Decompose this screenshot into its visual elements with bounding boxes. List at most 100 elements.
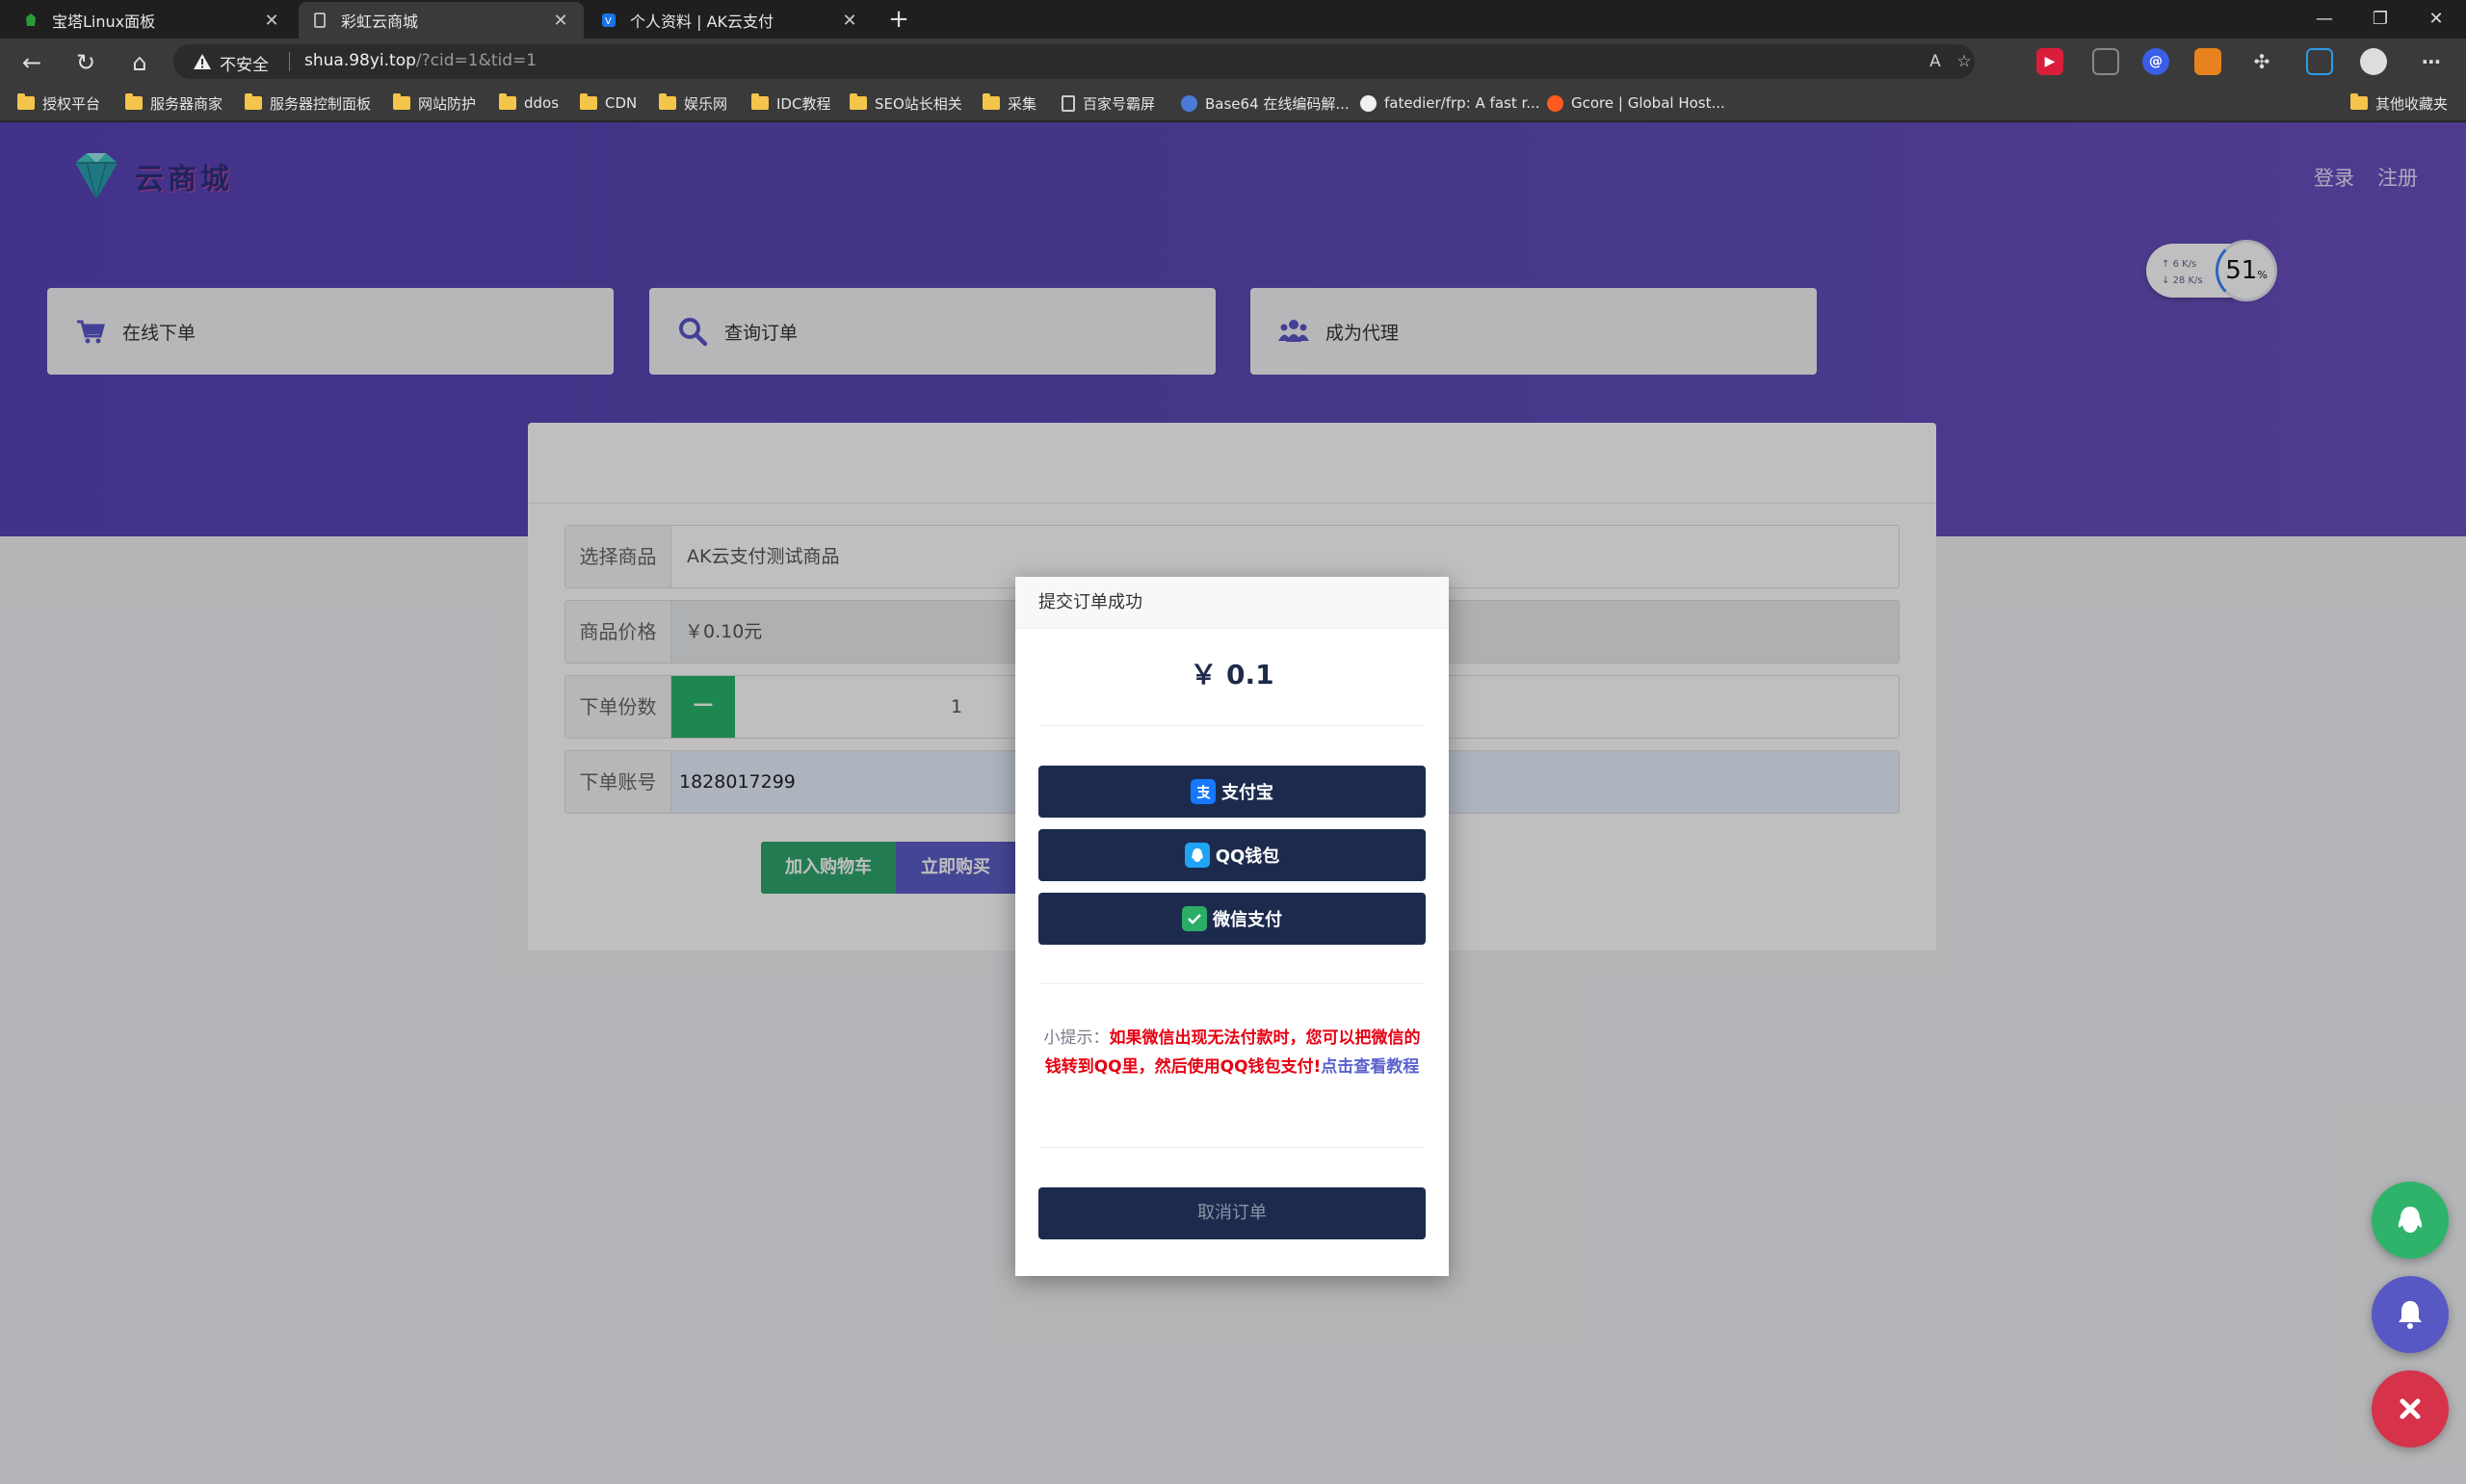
bookmark-label: SEO站长相关 <box>875 94 962 113</box>
qq-contact-button[interactable] <box>2372 1182 2449 1259</box>
bookmark-item[interactable]: CDN <box>580 92 637 114</box>
extension-translate-icon[interactable] <box>2092 48 2119 75</box>
base64-icon <box>1181 94 1197 112</box>
folder-icon <box>2350 93 2368 110</box>
warning-icon <box>194 54 211 69</box>
folder-icon <box>393 93 410 110</box>
bookmark-label: 娱乐网 <box>684 94 728 113</box>
folder-icon <box>17 93 35 110</box>
restore-button[interactable]: ❐ <box>2352 0 2408 39</box>
bookmark-item[interactable]: 百家号霸屏 <box>1062 92 1155 114</box>
folder-icon <box>659 93 676 110</box>
divider <box>1038 725 1426 726</box>
read-aloud-icon[interactable]: A <box>1923 49 1948 74</box>
profile-avatar[interactable] <box>2360 48 2387 75</box>
close-icon[interactable]: ✕ <box>262 11 281 31</box>
security-label: 不安全 <box>220 56 269 75</box>
pay-label: 支付宝 <box>1221 783 1273 803</box>
folder-icon <box>125 93 143 110</box>
svg-text:V: V <box>605 16 612 27</box>
folder-icon <box>580 93 597 110</box>
bookmark-item[interactable]: 采集 <box>983 92 1036 114</box>
address-toolbar: ← ↻ ⌂ 不安全 shua.98yi.top/?cid=1&tid=1 A ☆… <box>0 39 2466 85</box>
bookmark-label: ddos <box>524 94 560 112</box>
reload-icon[interactable]: ↻ <box>69 46 102 79</box>
bookmark-item[interactable]: 服务器商家 <box>125 92 223 114</box>
bookmark-item[interactable]: 授权平台 <box>17 92 100 114</box>
tab-title: 宝塔Linux面板 <box>52 13 156 31</box>
bookmark-label: Base64 在线编码解... <box>1205 94 1350 113</box>
notification-button[interactable] <box>2372 1276 2449 1353</box>
tab-caihong-store[interactable]: 彩虹云商城 ✕ <box>299 2 584 39</box>
bookmark-item[interactable]: Gcore | Global Host... <box>1547 92 1725 114</box>
folder-icon <box>850 93 867 110</box>
bookmark-item[interactable]: 服务器控制面板 <box>245 92 371 114</box>
divider <box>1038 1147 1426 1148</box>
qq-wallet-button[interactable]: QQ钱包 <box>1038 829 1426 881</box>
alipay-button[interactable]: 支付宝 <box>1038 766 1426 818</box>
tip-prefix: 小提示： <box>1043 1028 1110 1048</box>
metamask-fox-icon[interactable] <box>2194 48 2221 75</box>
url-text[interactable]: shua.98yi.top/?cid=1&tid=1 <box>304 51 537 70</box>
more-menu-icon[interactable]: ⋯ <box>2418 48 2445 75</box>
extensions-puzzle-icon[interactable]: ✣ <box>2248 48 2275 75</box>
bookmark-item[interactable]: Base64 在线编码解... <box>1181 92 1350 114</box>
bookmark-item[interactable]: fatedier/frp: A fast r... <box>1360 92 1540 114</box>
cancel-order-button[interactable]: 取消订单 <box>1038 1187 1426 1239</box>
wechat-pay-button[interactable]: 微信支付 <box>1038 893 1426 945</box>
bookmark-label: fatedier/frp: A fast r... <box>1384 94 1540 112</box>
tutorial-link[interactable]: 点击查看教程 <box>1321 1057 1419 1077</box>
folder-icon <box>751 93 769 110</box>
github-icon <box>1360 94 1377 112</box>
close-float-button[interactable] <box>2372 1370 2449 1447</box>
url-path: /?cid=1&tid=1 <box>415 51 538 70</box>
bookmark-label: IDC教程 <box>776 94 831 113</box>
bookmark-item[interactable]: SEO站长相关 <box>850 92 962 114</box>
page-favicon-icon <box>314 13 326 28</box>
extension-blue-icon[interactable]: @ <box>2142 48 2169 75</box>
tab-ak-pay[interactable]: V 个人资料 | AK云支付 ✕ <box>588 2 873 39</box>
divider <box>289 52 290 71</box>
gcore-icon <box>1547 94 1563 112</box>
bookmark-item[interactable]: IDC教程 <box>751 92 830 114</box>
bookmark-label: 服务器控制面板 <box>270 94 372 113</box>
web-page: 云商城 登录 注册 在线下单 查询订单 成为代理 ↑ 6 K/s ↓ 28 K/… <box>0 122 2466 1484</box>
close-icon[interactable]: ✕ <box>551 11 570 31</box>
collections-icon[interactable] <box>2306 48 2333 75</box>
bookmark-label: 网站防护 <box>418 94 477 113</box>
qq-wallet-icon <box>1184 843 1210 868</box>
favorite-star-icon[interactable]: ☆ <box>1952 49 1977 74</box>
divider <box>1038 983 1426 984</box>
order-success-modal: 提交订单成功 ￥ 0.1 支付宝 QQ钱包 微信支付 小提示：如果微信出现无法付… <box>1015 577 1449 1276</box>
folder-icon <box>499 93 516 110</box>
bell-icon <box>2399 1301 2422 1329</box>
minimize-button[interactable]: — <box>2296 0 2352 39</box>
qq-penguin-icon <box>2398 1207 2423 1233</box>
close-icon[interactable]: ✕ <box>840 11 859 31</box>
modal-title: 提交订单成功 <box>1015 577 1449 629</box>
extension-red-icon[interactable]: ▶ <box>2036 48 2063 75</box>
payment-tip: 小提示：如果微信出现无法付款时，您可以把微信的钱转到QQ里，然后使用QQ钱包支付… <box>1038 1024 1426 1081</box>
address-bar[interactable]: 不安全 shua.98yi.top/?cid=1&tid=1 A ☆ <box>173 44 1975 79</box>
pay-label: 微信支付 <box>1213 910 1282 930</box>
other-bookmarks[interactable]: 其他收藏夹 <box>2350 92 2448 114</box>
folder-icon <box>245 93 262 110</box>
tab-baota[interactable]: 宝塔Linux面板 ✕ <box>10 2 295 39</box>
bookmark-item[interactable]: 娱乐网 <box>659 92 727 114</box>
back-arrow-icon[interactable]: ← <box>15 46 48 79</box>
browser-tab-strip: 宝塔Linux面板 ✕ 彩虹云商城 ✕ V 个人资料 | AK云支付 ✕ + —… <box>0 0 2466 39</box>
new-tab-button[interactable]: + <box>883 4 914 35</box>
close-window-button[interactable]: ✕ <box>2408 0 2464 39</box>
tab-title: 个人资料 | AK云支付 <box>630 13 774 31</box>
home-icon[interactable]: ⌂ <box>123 46 156 79</box>
tab-title: 彩虹云商城 <box>341 13 419 31</box>
folder-icon <box>983 93 1000 110</box>
bookmark-item[interactable]: ddos <box>499 92 559 114</box>
close-x-icon <box>2400 1398 2421 1419</box>
bookmarks-bar: 授权平台 服务器商家 服务器控制面板 网站防护 ddos CDN 娱乐网 IDC… <box>0 85 2466 121</box>
bookmark-item[interactable]: 网站防护 <box>393 92 476 114</box>
bookmark-label: 授权平台 <box>42 94 101 113</box>
alipay-icon <box>1191 779 1216 804</box>
url-host: shua.98yi.top <box>304 51 416 70</box>
page-icon <box>1062 94 1075 112</box>
